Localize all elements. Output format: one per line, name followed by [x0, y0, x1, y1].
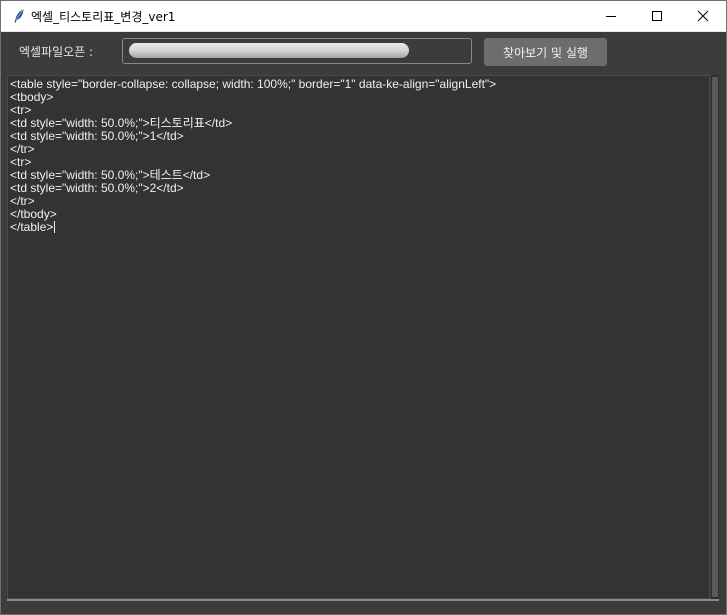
app-window: 엑셀_티스토리표_변경_ver1 엑셀파일오픈 : 찾아보기 및 실행 <tab…: [0, 0, 727, 615]
scrollbar-thumb[interactable]: [712, 77, 718, 597]
editor-bottom-border: [7, 599, 719, 601]
toolbar: 엑셀파일오픈 : 찾아보기 및 실행: [1, 32, 726, 72]
editor-line: <tr>: [10, 103, 32, 117]
minimize-button[interactable]: [588, 1, 634, 31]
editor-line: </tr>: [10, 142, 35, 156]
window-title: 엑셀_티스토리표_변경_ver1: [31, 10, 176, 24]
editor-line: <table style="border-collapse: collapse;…: [10, 77, 497, 91]
editor-line: <td style="width: 50.0%;">1</td>: [10, 129, 184, 143]
browse-and-run-button[interactable]: 찾아보기 및 실행: [484, 38, 607, 66]
editor-line: </tr>: [10, 194, 35, 208]
editor-line: <td style="width: 50.0%;">테스트</td>: [10, 168, 211, 182]
editor-content[interactable]: <table style="border-collapse: collapse;…: [10, 78, 496, 234]
feather-icon: [11, 8, 27, 24]
close-button[interactable]: [680, 1, 726, 31]
minimize-icon: [605, 10, 617, 22]
maximize-button[interactable]: [634, 1, 680, 31]
editor-line: <td style="width: 50.0%;">티스토리표</td>: [10, 116, 233, 130]
title-bar[interactable]: 엑셀_티스토리표_변경_ver1: [1, 1, 726, 32]
editor-line: <td style="width: 50.0%;">2</td>: [10, 181, 184, 195]
maximize-icon: [651, 10, 663, 22]
editor-line: </tbody>: [10, 207, 57, 221]
code-editor[interactable]: <table style="border-collapse: collapse;…: [7, 75, 710, 599]
text-caret: [54, 221, 56, 233]
redacted-path: [129, 43, 409, 58]
editor-line: <tr>: [10, 155, 32, 169]
editor-line: <tbody>: [10, 90, 54, 104]
close-icon: [697, 10, 709, 22]
vertical-scrollbar[interactable]: [711, 75, 719, 599]
editor-line: </table>: [10, 220, 54, 234]
excel-open-label: 엑셀파일오픈 :: [19, 45, 94, 59]
